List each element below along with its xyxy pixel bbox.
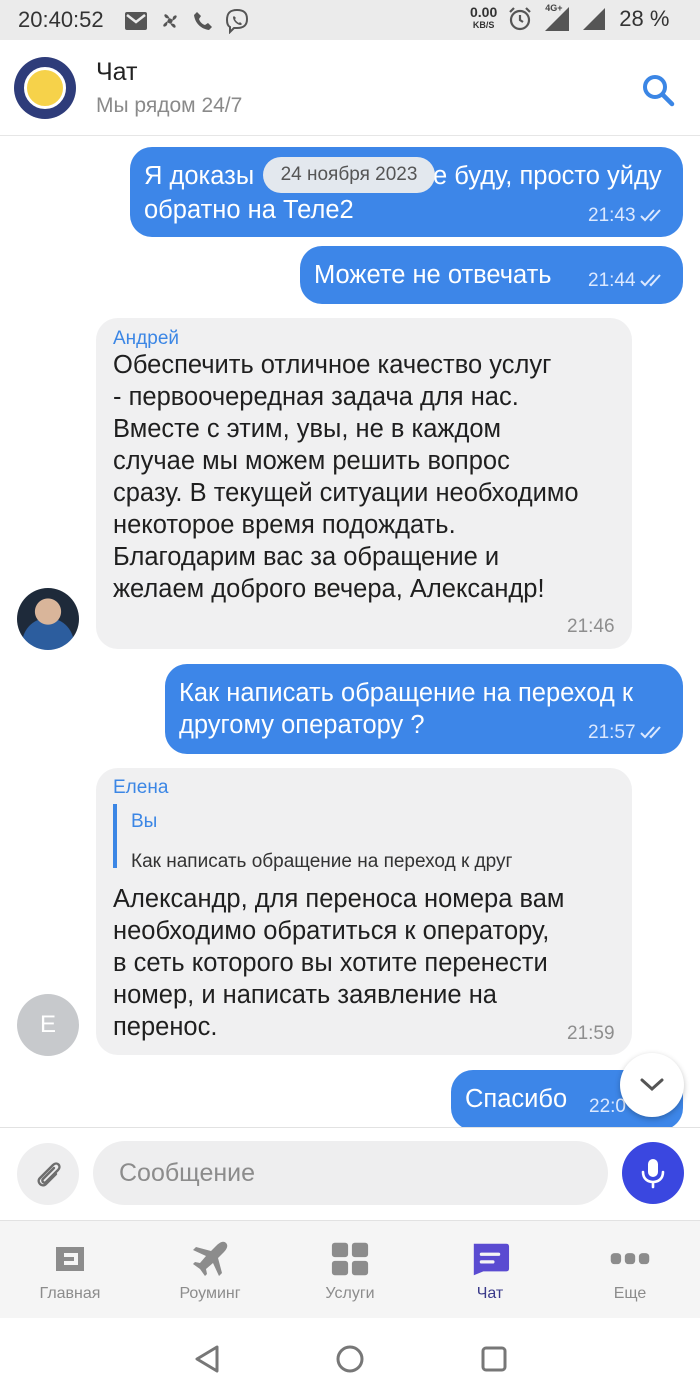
message-time: 22:0 [589, 1096, 626, 1117]
message-time: 21:44 [588, 265, 666, 297]
avatar-elena[interactable]: Е [17, 994, 79, 1056]
composer [0, 1127, 700, 1220]
nav-item-chat[interactable]: Чат [420, 1221, 560, 1319]
paperclip-icon [37, 1162, 61, 1187]
recents-button[interactable] [477, 1342, 511, 1376]
home-button[interactable] [333, 1342, 367, 1376]
recents-square-icon [481, 1346, 507, 1372]
page-subtitle: Мы рядом 24/7 [96, 94, 243, 117]
bank-logo[interactable] [14, 57, 76, 119]
message-text: Как написать обращение на переход к [179, 679, 633, 707]
message-incoming[interactable]: Елена Вы Как написать обращение на перех… [96, 768, 632, 1055]
quote-text: Как написать обращение на переход к друг [131, 851, 513, 872]
message-input[interactable] [93, 1141, 608, 1205]
network-type: 4G+ [545, 3, 563, 13]
chevron-down-icon [640, 1078, 664, 1092]
quote-author: Вы [131, 811, 158, 832]
date-separator: 24 ноября 2023 [263, 157, 435, 193]
back-triangle-icon [195, 1345, 219, 1373]
message-text: некоторое время подождать. [113, 511, 456, 539]
nav-label: Чат [476, 1285, 504, 1302]
grid-icon [331, 1242, 369, 1276]
message-text: обратно на Теле2 [144, 196, 354, 224]
signal-icon: 4G+ [543, 3, 571, 33]
system-icons: 0.00 KB/S 4G+ 28 % [470, 3, 670, 33]
status-time: 20:40:52 [18, 7, 104, 32]
read-ticks-icon [639, 274, 661, 287]
message-text: Я доказы [144, 162, 255, 190]
home-card-icon [56, 1247, 84, 1271]
message-text: Александр, для переноса номера вам [113, 885, 565, 913]
message-text: Вместе с этим, увы, не в каждом [113, 415, 502, 443]
nav-label: Еще [613, 1285, 647, 1302]
alarm-icon [509, 7, 532, 31]
logo-emblem [24, 67, 66, 109]
fan-icon [163, 14, 177, 28]
phone-icon [194, 12, 212, 30]
nav-item-roaming[interactable]: Роуминг [140, 1221, 280, 1319]
attach-button[interactable] [17, 1143, 79, 1205]
airplane-icon [193, 1241, 228, 1276]
message-text: е буду, просто уйду [433, 162, 662, 190]
message-outgoing[interactable]: Можете не отвечать 21:44 [300, 246, 683, 304]
notification-icons [124, 8, 250, 34]
message-text: другому оператору ? [179, 711, 425, 739]
nav-item-home[interactable]: Главная [0, 1221, 140, 1319]
back-button[interactable] [190, 1342, 224, 1376]
status-bar: 20:40:52 0.00 KB/S 4G+ 28 % [0, 0, 700, 40]
message-text: Спасибо [465, 1085, 568, 1113]
microphone-icon [641, 1159, 665, 1189]
nav-item-more[interactable]: Еще [560, 1221, 700, 1319]
message-text: Обеспечить отличное качество услуг [113, 351, 552, 379]
message-text: в сеть которого вы хотите перенести [113, 949, 548, 977]
message-text: сразу. В текущей ситуации необходимо [113, 479, 579, 507]
message-time: 21:43 [588, 200, 666, 232]
nav-item-services[interactable]: Услуги [280, 1221, 420, 1319]
system-navigation [0, 1318, 700, 1400]
reply-quote[interactable]: Вы Как написать обращение на переход к д… [113, 804, 593, 872]
message-text: - первоочередная задача для нас. [113, 383, 519, 411]
net-speed: 0.00 KB/S [470, 4, 498, 30]
bottom-navigation: Главная Роуминг Услуги Чат Еще [0, 1220, 700, 1318]
page-title: Чат [96, 58, 138, 86]
home-circle-icon [336, 1345, 364, 1373]
more-dots-icon [610, 1253, 650, 1265]
nav-label: Роуминг [179, 1285, 241, 1302]
message-outgoing[interactable]: Как написать обращение на переход к друг… [165, 664, 683, 754]
nav-label: Главная [39, 1285, 101, 1302]
scroll-down-button[interactable] [620, 1053, 684, 1117]
message-text: Можете не отвечать [314, 261, 552, 289]
nav-label: Услуги [325, 1285, 375, 1302]
search-icon[interactable] [638, 70, 678, 110]
message-time: 21:57 [588, 717, 666, 749]
mail-icon [125, 12, 147, 30]
read-ticks-icon [639, 209, 661, 222]
message-text: Благодарим вас за обращение и [113, 543, 500, 571]
message-text: случае мы можем решить вопрос [113, 447, 510, 475]
voice-record-button[interactable] [622, 1142, 684, 1204]
signal-2-icon [583, 8, 606, 30]
message-text: желаем доброго вечера, Александр! [113, 575, 545, 603]
chat-header: Чат Мы рядом 24/7 [0, 40, 700, 136]
message-time: 21:46 [567, 616, 615, 637]
message-time: 21:59 [567, 1023, 615, 1044]
sender-name: Елена [113, 777, 169, 798]
chat-icon [473, 1243, 510, 1276]
message-list[interactable]: Я доказы е буду, просто уйду обратно на … [0, 137, 700, 1127]
avatar-andrey[interactable] [17, 588, 79, 650]
message-incoming[interactable]: Андрей Обеспечить отличное качество услу… [96, 318, 632, 649]
message-text: необходимо обратиться к оператору, [113, 917, 550, 945]
battery-level: 28 % [619, 6, 670, 31]
message-text: перенос. [113, 1013, 218, 1041]
message-text: номер, и написать заявление на [113, 981, 497, 1009]
viber-icon [225, 8, 249, 34]
read-ticks-icon [639, 726, 661, 739]
